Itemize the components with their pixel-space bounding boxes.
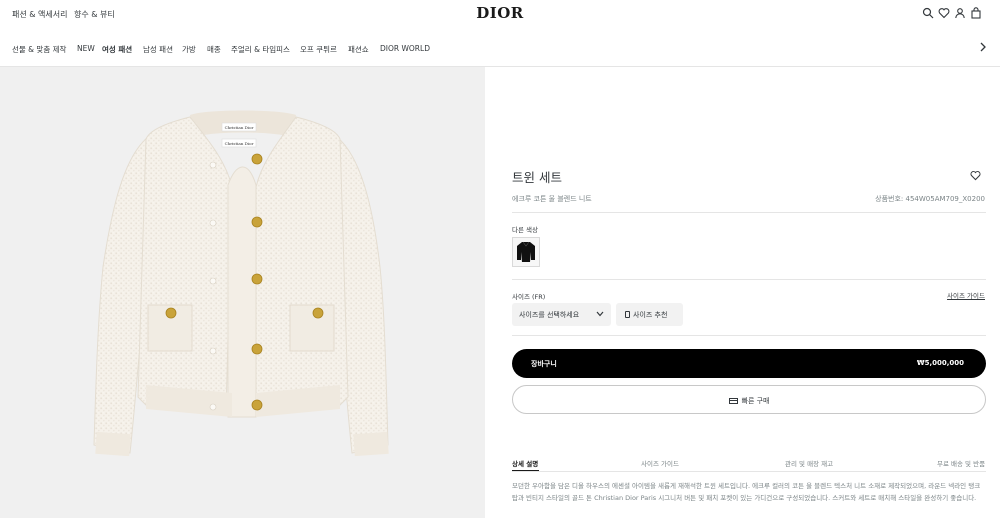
phone-icon (625, 311, 630, 318)
fast-buy-button[interactable]: 빠른 구매 (512, 385, 986, 414)
divider (512, 212, 986, 213)
product-details: 트윈 세트 에크루 코튼 울 블렌드 니트 상품번호: 454W05AM709_… (485, 67, 1000, 518)
label-tag-1: Christian Dior (225, 125, 254, 130)
size-label: 사이즈 (FR) (512, 293, 546, 301)
heart-icon[interactable] (938, 7, 950, 19)
tab-care-stock[interactable]: 관리 및 매장 재고 (785, 458, 833, 468)
divider (512, 471, 986, 472)
credit-card-icon (728, 398, 738, 404)
product-description: 모던한 우아함을 담은 디올 하우스의 에센셜 아이템을 새롭게 재해석한 트윈… (512, 482, 981, 502)
nav-item-men[interactable]: 남성 패션 (143, 44, 173, 55)
label-tag-2: Christian Dior (225, 141, 254, 146)
color-swatch-black[interactable] (512, 237, 540, 267)
search-icon[interactable] (922, 7, 934, 19)
product-title: 트윈 세트 (512, 170, 562, 185)
colors-label: 다른 색상 (512, 226, 538, 234)
nav-item-jewelry[interactable]: 주얼리 & 타임피스 (231, 44, 290, 55)
dior-logo[interactable]: DIOR (0, 4, 1000, 22)
wishlist-heart-icon[interactable] (970, 170, 981, 181)
bag-icon[interactable] (970, 7, 982, 19)
nav-item-fashion-show[interactable]: 패션쇼 (348, 44, 369, 55)
fast-buy-label: 빠른 구매 (741, 397, 770, 405)
size-select[interactable]: 사이즈를 선택하세요 (512, 303, 611, 326)
nav-item-bags[interactable]: 가방 (182, 44, 196, 55)
nav-item-maison[interactable]: 매종 (207, 44, 221, 55)
top-header: 패션 & 액세서리 향수 & 뷰티 DIOR (0, 0, 1000, 30)
size-guide-link[interactable]: 사이즈 가이드 (947, 290, 985, 300)
size-select-label: 사이즈를 선택하세요 (519, 311, 580, 319)
divider (512, 335, 986, 336)
nav-item-women[interactable]: 여성 패션 (102, 44, 132, 55)
user-icon[interactable] (954, 7, 966, 19)
tab-shipping-returns[interactable]: 무료 배송 및 반품 (937, 458, 985, 468)
chevron-right-icon[interactable] (978, 41, 988, 53)
cardigan-illustration: Christian Dior Christian Dior (93, 110, 389, 457)
nav-item-dior-world[interactable]: DIOR WORLD (380, 44, 430, 53)
divider (512, 279, 986, 280)
add-to-cart-button[interactable]: 장바구니 ₩5,000,000 (512, 349, 986, 378)
nav-item-gifts[interactable]: 선물 & 맞춤 제작 (12, 44, 66, 55)
cart-label: 장바구니 (531, 360, 557, 368)
size-recommendation-button[interactable]: 사이즈 추천 (616, 303, 683, 326)
product-reference: 상품번호: 454W05AM709_X0200 (875, 195, 985, 203)
nav-item-new[interactable]: NEW (77, 44, 95, 53)
product-price: ₩5,000,000 (916, 359, 964, 367)
tab-size-guide[interactable]: 사이즈 가이드 (641, 458, 679, 468)
product-subtitle: 에크루 코튼 울 블렌드 니트 (512, 195, 592, 203)
nav-item-couture[interactable]: 오프 쿠튀르 (300, 44, 337, 55)
chevron-down-icon (596, 311, 604, 317)
tab-details[interactable]: 상세 설명 (512, 458, 538, 468)
category-nav: 선물 & 맞춤 제작 NEW 여성 패션 남성 패션 가방 매종 주얼리 & 타… (0, 30, 1000, 67)
product-image[interactable]: Christian Dior Christian Dior (0, 67, 485, 518)
size-recommendation-label: 사이즈 추천 (633, 311, 668, 319)
